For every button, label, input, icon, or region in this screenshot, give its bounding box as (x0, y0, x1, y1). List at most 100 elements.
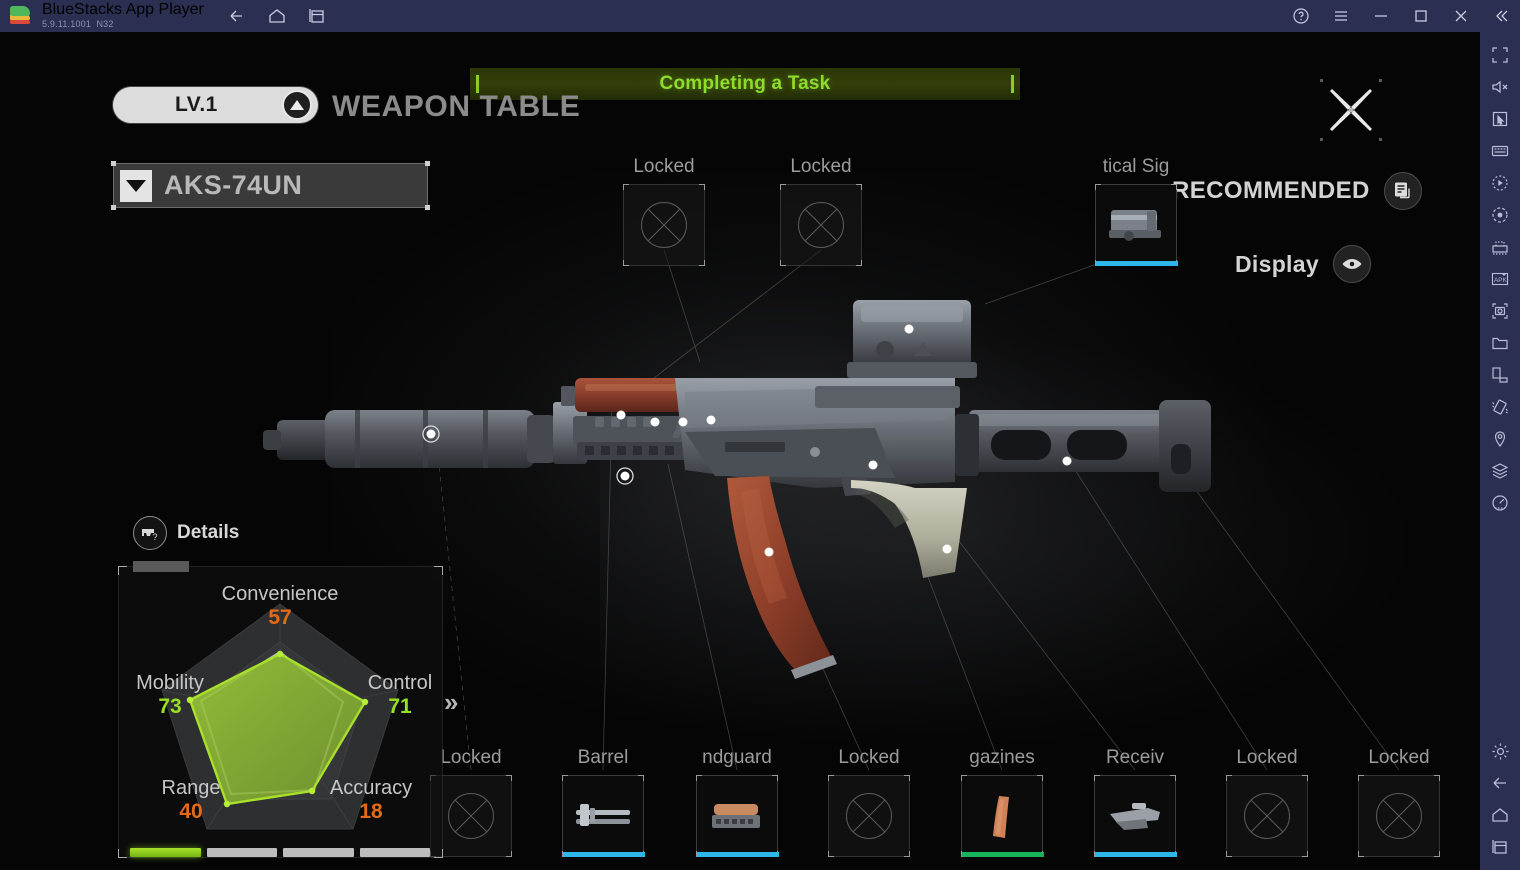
locked-icon (1376, 793, 1422, 839)
bluestacks-sidebar: APK (1480, 32, 1520, 870)
weapon-level-progress (130, 848, 430, 857)
tactical-sight-thumbnail (1109, 210, 1161, 241)
keyboard-controls-icon[interactable] (1484, 136, 1516, 166)
app-title: BlueStacks App Player (42, 1, 204, 19)
corner-mark (111, 161, 116, 166)
help-icon[interactable] (1288, 3, 1314, 29)
titlebar-nav (226, 5, 328, 27)
magazine-thumbnail (993, 796, 1009, 838)
receiver-thumbnail (1110, 803, 1160, 830)
slot-locked-4[interactable]: Locked (828, 747, 910, 857)
multi-instance-manager-icon[interactable] (1484, 232, 1516, 262)
slot-label: gazines (969, 747, 1035, 768)
game-viewport[interactable]: Completing a Task LV.1 WEAPON TABLE AKS-… (0, 32, 1480, 870)
maximize-icon[interactable] (1408, 3, 1434, 29)
corner-mark (425, 205, 430, 210)
home-icon[interactable] (1484, 800, 1516, 830)
display-label: Display (1235, 250, 1319, 277)
minimize-icon[interactable] (1368, 3, 1394, 29)
slot-label: Locked (790, 156, 852, 177)
stat-value: 57 (268, 606, 292, 629)
media-folder-icon[interactable] (1484, 328, 1516, 358)
slot-label: Receiv (1105, 747, 1165, 768)
back-icon[interactable] (1484, 768, 1516, 798)
svg-text:?: ? (153, 532, 158, 542)
slot-locked-2[interactable]: Locked (780, 156, 862, 266)
stat-value: 71 (388, 695, 412, 718)
close-icon[interactable] (1448, 3, 1474, 29)
slot-handguard[interactable]: ndguard (696, 747, 779, 857)
stat-value: 18 (359, 800, 383, 823)
eye-icon[interactable] (1332, 245, 1371, 283)
slot-receiver[interactable]: Receiv (1094, 747, 1177, 857)
close-panel-button[interactable] (1318, 77, 1384, 143)
stat-name: Range (161, 777, 221, 799)
slot-box[interactable] (1094, 775, 1177, 857)
slot-magazines[interactable]: gazines (961, 747, 1044, 857)
bluestacks-window: BlueStacks App Player 5.9.11.1001 N32 Co… (0, 0, 1520, 870)
screenshot-icon[interactable] (1484, 296, 1516, 326)
locked-icon (1244, 793, 1290, 839)
corner-mark (425, 161, 430, 166)
title-bar: BlueStacks App Player 5.9.11.1001 N32 (0, 0, 1520, 32)
slot-label: tical Sig (1102, 156, 1170, 177)
details-header[interactable]: ? Details (133, 516, 239, 550)
recents-icon[interactable] (1484, 832, 1516, 862)
back-icon[interactable] (226, 5, 248, 27)
rotate-icon[interactable] (1484, 360, 1516, 390)
slot-box[interactable] (623, 184, 705, 266)
location-icon[interactable] (1484, 424, 1516, 454)
macro-record-icon[interactable] (1484, 168, 1516, 198)
slot-locked-1[interactable]: Locked (623, 156, 705, 266)
stat-name: Convenience (221, 583, 339, 605)
expand-details-chevron[interactable]: » (444, 687, 458, 718)
slot-box[interactable] (1095, 184, 1178, 266)
sidebar-bottom-group (1480, 736, 1520, 864)
slot-locked-5[interactable]: Locked (1226, 747, 1308, 857)
slot-box[interactable] (696, 775, 779, 857)
level-label: LV.1 (175, 93, 218, 116)
slot-label: Locked (1368, 747, 1430, 768)
mute-icon[interactable] (1484, 72, 1516, 102)
multi-instance-icon[interactable] (306, 5, 328, 27)
performance-icon[interactable] (1484, 488, 1516, 518)
install-apk-icon[interactable]: APK (1484, 264, 1516, 294)
window-controls (1288, 0, 1514, 32)
handguard-thumbnail (712, 804, 760, 828)
slot-label: Locked (440, 747, 502, 768)
save-preset-icon[interactable] (1383, 172, 1422, 210)
stat-mobility: Mobility 73 (110, 672, 230, 719)
slot-equipped-underline (563, 852, 645, 857)
locked-icon (448, 793, 494, 839)
collapse-sidebar-icon[interactable] (1488, 3, 1514, 29)
weapon-info-icon: ? (133, 516, 167, 550)
display-toggle[interactable]: Display (1235, 245, 1371, 283)
slot-box[interactable] (1358, 775, 1440, 857)
task-banner-text: Completing a Task (659, 73, 831, 94)
slot-equipped-underline (1096, 261, 1178, 266)
fullscreen-icon[interactable] (1484, 40, 1516, 70)
home-icon[interactable] (266, 5, 288, 27)
weapon-name-dropdown[interactable]: AKS-74UN (111, 161, 430, 210)
slot-equipped-underline (962, 852, 1044, 857)
slot-barrel[interactable]: Barrel (562, 747, 645, 857)
layers-icon[interactable] (1484, 456, 1516, 486)
slot-box[interactable] (780, 184, 862, 266)
recommended-button[interactable]: RECOMMENDED (1172, 172, 1422, 210)
chevron-down-icon[interactable] (120, 169, 152, 202)
settings-gear-icon[interactable] (1484, 736, 1516, 766)
slot-box[interactable] (961, 775, 1044, 857)
script-icon[interactable] (1484, 200, 1516, 230)
recommended-label: RECOMMENDED (1172, 177, 1370, 204)
shake-icon[interactable] (1484, 392, 1516, 422)
slot-box[interactable] (562, 775, 645, 857)
slot-box[interactable] (1226, 775, 1308, 857)
cursor-icon[interactable] (1484, 104, 1516, 134)
level-badge[interactable]: LV.1 (113, 87, 318, 123)
slot-tactical-sight[interactable]: tical Sig (1095, 156, 1178, 266)
slot-box[interactable] (828, 775, 910, 857)
slot-locked-6[interactable]: Locked (1358, 747, 1440, 857)
locked-icon (798, 202, 844, 248)
menu-icon[interactable] (1328, 3, 1354, 29)
barrel-thumbnail (576, 804, 630, 826)
